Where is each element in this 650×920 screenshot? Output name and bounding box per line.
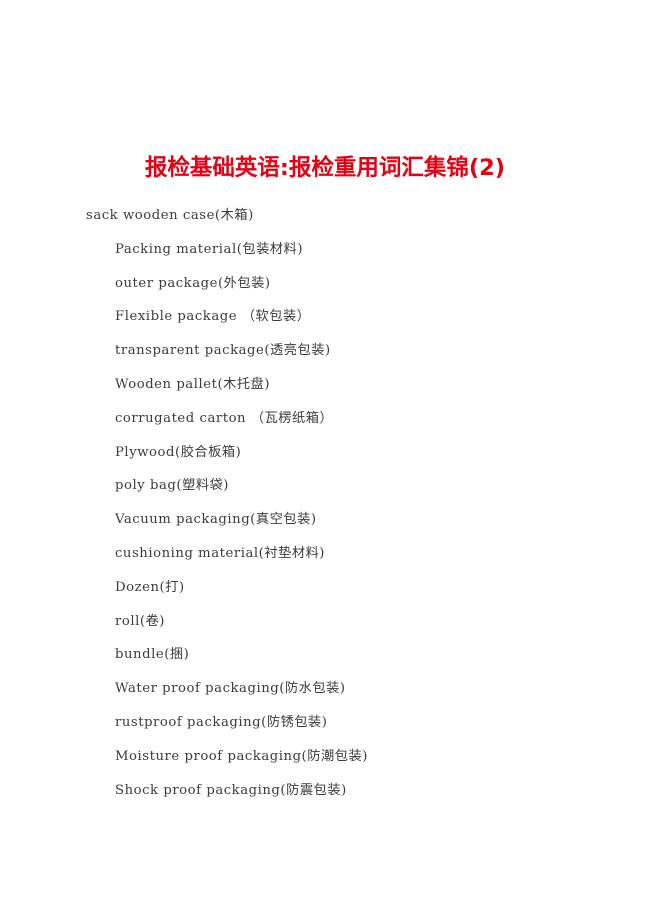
vocabulary-line: transparent package(透亮包装) xyxy=(115,343,331,359)
document-body: sack wooden case(木箱) Packing material(包装材… xyxy=(0,199,650,807)
vocabulary-line: Moisture proof packaging(防潮包装) xyxy=(115,748,368,764)
vocabulary-line: poly bag(塑料袋) xyxy=(115,478,229,494)
vocabulary-line: Flexible package （软包装） xyxy=(115,309,311,325)
vocabulary-line: Plywood(胶合板箱) xyxy=(115,444,242,460)
document-page: 报检基础英语:报检重用词汇集锦(2) sack wooden case(木箱) P… xyxy=(0,0,650,920)
vocabulary-line: corrugated carton （瓦楞纸箱） xyxy=(115,410,334,426)
vocabulary-line: Packing material(包装材料) xyxy=(115,241,304,257)
vocabulary-line: Dozen(打) xyxy=(115,579,185,595)
vocabulary-line: rustproof packaging(防锈包装) xyxy=(115,714,328,730)
vocabulary-line: sack wooden case(木箱) xyxy=(86,208,254,223)
vocabulary-line: Vacuum packaging(真空包装) xyxy=(115,512,317,528)
vocabulary-line: Water proof packaging(防水包装) xyxy=(115,681,346,697)
vocabulary-line: roll(卷) xyxy=(115,613,166,629)
page-title: 报检基础英语:报检重用词汇集锦(2) xyxy=(144,155,506,182)
vocabulary-line: outer package(外包装) xyxy=(115,275,271,291)
vocabulary-line: Wooden pallet(木托盘) xyxy=(115,376,271,392)
vocabulary-line: cushioning material(衬垫材料) xyxy=(115,545,325,561)
vocabulary-line: bundle(捆) xyxy=(115,647,190,663)
vocabulary-line: Shock proof packaging(防震包装) xyxy=(115,782,347,798)
